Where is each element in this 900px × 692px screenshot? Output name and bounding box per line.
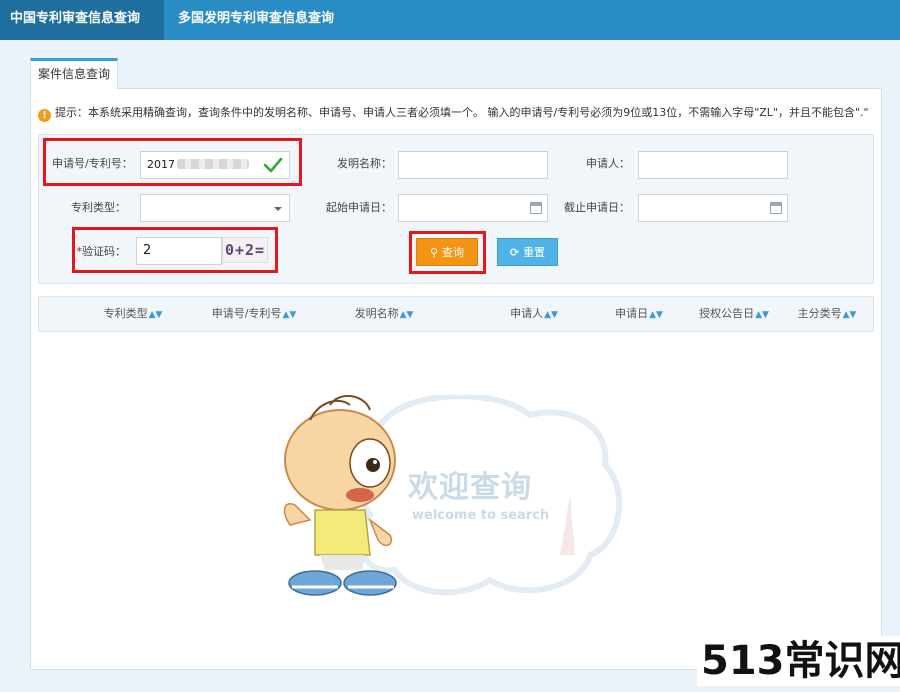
column-header-applicant[interactable]: 申请人▲▼ [499, 297, 569, 331]
info-icon: ! [38, 109, 51, 122]
patent-type-select[interactable] [140, 194, 290, 222]
tab-china-patent-query[interactable]: 中国专利审查信息查询 [0, 0, 164, 40]
applicant-label: 申请人： [586, 157, 630, 170]
highlight-search-button [409, 231, 486, 274]
invention-name-label: 发明名称： [337, 157, 392, 170]
welcome-subtitle: welcome to search [412, 508, 550, 523]
site-watermark: 513常识网 [697, 636, 900, 686]
sort-icon: ▲▼ [282, 310, 297, 320]
column-header-patent-type[interactable]: 专利类型▲▼ [83, 297, 183, 331]
hint-label: 提示：本系统采用精确查询，查询条件中的发明名称、申请号、申请人三者必须填一个。 … [55, 106, 869, 119]
sort-icon: ▲▼ [544, 310, 558, 320]
calendar-icon[interactable] [530, 202, 542, 214]
end-date-input[interactable] [638, 194, 788, 222]
hint-text: ! 提示：本系统采用精确查询，查询条件中的发明名称、申请号、申请人三者必须填一个。… [38, 104, 878, 122]
sort-icon: ▲▼ [755, 310, 769, 320]
calendar-icon[interactable] [770, 202, 782, 214]
patent-type-label: 专利类型： [71, 201, 126, 214]
column-header-app-no[interactable]: 申请号/专利号▲▼ [199, 297, 309, 331]
invention-name-input[interactable] [398, 151, 548, 179]
cartoon-boy [283, 395, 397, 596]
top-nav-bar: 中国专利审查信息查询 多国发明专利审查信息查询 [0, 0, 900, 40]
applicant-input[interactable] [638, 151, 788, 179]
reset-button[interactable]: ⟳ 重置 [497, 238, 558, 266]
end-date-label: 截止申请日： [564, 201, 630, 214]
refresh-icon: ⟳ [509, 246, 520, 259]
column-header-app-date[interactable]: 申请日▲▼ [609, 297, 669, 331]
chevron-down-icon [274, 207, 282, 211]
reset-button-label: 重置 [523, 246, 546, 259]
column-header-invention-name[interactable]: 发明名称▲▼ [339, 297, 429, 331]
column-header-grant-date[interactable]: 授权公告日▲▼ [693, 297, 775, 331]
welcome-title: 欢迎查询 [408, 470, 532, 505]
start-date-label: 起始申请日： [326, 201, 392, 214]
results-table-header: 专利类型▲▼ 申请号/专利号▲▼ 发明名称▲▼ 申请人▲▼ 申请日▲▼ 授权公告… [38, 296, 874, 332]
sort-icon: ▲▼ [649, 310, 663, 320]
column-header-main-class[interactable]: 主分类号▲▼ [791, 297, 863, 331]
tab-case-info-query[interactable]: 案件信息查询 [30, 58, 118, 89]
start-date-input[interactable] [398, 194, 548, 222]
sort-icon: ▲▼ [842, 310, 857, 320]
sort-icon: ▲▼ [399, 310, 414, 320]
highlight-app-no [43, 138, 302, 186]
sort-icon: ▲▼ [148, 310, 163, 320]
tab-multinational-patent-query[interactable]: 多国发明专利审查信息查询 [168, 0, 344, 40]
highlight-captcha [72, 227, 278, 273]
